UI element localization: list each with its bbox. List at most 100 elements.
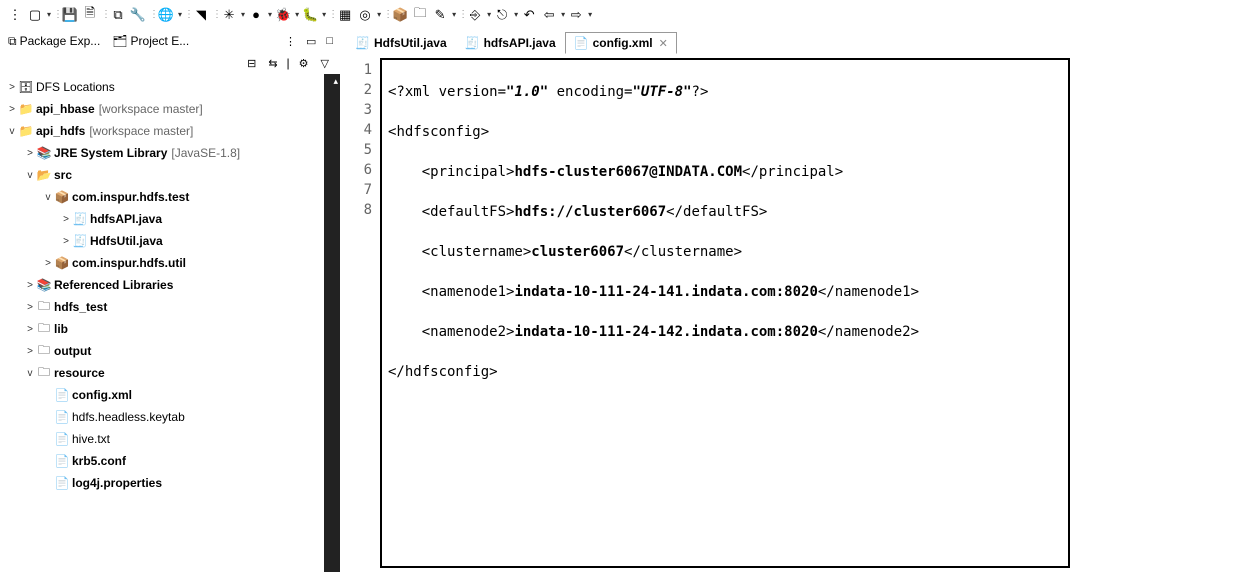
tree-node[interactable]: 📄log4j.properties (0, 472, 340, 494)
bug-alt-icon[interactable]: 🐛 (301, 6, 319, 24)
node-label: resource (52, 366, 105, 380)
tab-package-explorer[interactable]: ⧉ Package Exp... (4, 32, 104, 51)
bug-alt-icon-dropdown[interactable]: ▾ (322, 10, 326, 19)
expand-toggle[interactable]: > (24, 280, 36, 291)
maximize-view-icon[interactable]: □ (323, 35, 336, 47)
save-icon[interactable]: 💾 (61, 6, 79, 24)
globe-icon[interactable]: 🌐 (157, 6, 175, 24)
debug-icon[interactable]: 🐞 (274, 6, 292, 24)
tree-node[interactable]: v📁api_hdfs[workspace master] (0, 120, 340, 142)
tree-node[interactable]: >🗄DFS Locations (0, 76, 340, 98)
tree-node[interactable]: v📂src (0, 164, 340, 186)
back-icon[interactable]: ⇦ (540, 6, 558, 24)
tree-node[interactable]: v📦com.inspur.hdfs.test (0, 186, 340, 208)
debug-icon-dropdown[interactable]: ▾ (295, 10, 299, 19)
package-icon[interactable]: 📦 (391, 6, 409, 24)
wand-icon-dropdown[interactable]: ▾ (452, 10, 456, 19)
filter-icon[interactable]: ⚙ (296, 57, 312, 70)
dotted-menu-icon[interactable]: ⋮ (282, 35, 299, 48)
play-icon-dropdown[interactable]: ▾ (268, 10, 272, 19)
gear-icon-dropdown[interactable]: ▾ (241, 10, 245, 19)
grid-icon[interactable]: ▦ (336, 6, 354, 24)
node-label: src (52, 168, 72, 182)
node-label: api_hdfs (34, 124, 85, 138)
expand-toggle[interactable]: > (42, 258, 54, 269)
tree-node[interactable]: 📄hive.txt (0, 428, 340, 450)
fwd-icon-dropdown[interactable]: ▾ (588, 10, 592, 19)
file-icon: 🧾 (355, 36, 370, 50)
tree-node[interactable]: >🗀output (0, 340, 340, 362)
editor-tab[interactable]: 🧾hdfsAPI.java (456, 32, 565, 54)
gear-icon[interactable]: ✳ (220, 6, 238, 24)
project-explorer-icon: 🗂 (112, 34, 127, 48)
play-icon[interactable]: ● (247, 6, 265, 24)
close-tab-icon[interactable]: ✕ (659, 37, 668, 50)
expand-toggle[interactable]: v (24, 170, 36, 181)
expand-toggle[interactable]: > (24, 324, 36, 335)
build-icon[interactable]: 🔧 (129, 6, 147, 24)
new-icon-dropdown[interactable]: ▾ (47, 10, 51, 19)
expand-toggle[interactable]: > (6, 82, 18, 93)
tree-node[interactable]: 📄krb5.conf (0, 450, 340, 472)
expand-toggle[interactable]: > (60, 236, 72, 247)
expand-toggle[interactable]: > (24, 346, 36, 357)
tree-node[interactable]: v🗀resource (0, 362, 340, 384)
expand-toggle[interactable]: v (6, 126, 18, 137)
view-menu-icon[interactable]: ▽ (318, 57, 332, 70)
tree-node[interactable]: >📁api_hbase[workspace master] (0, 98, 340, 120)
task-icon[interactable]: ⎆ (466, 6, 484, 24)
back-icon-dropdown[interactable]: ▾ (561, 10, 565, 19)
tree-node[interactable]: >🗀hdfs_test (0, 296, 340, 318)
line-gutter: 12345678 (340, 58, 380, 568)
tree-node[interactable]: >📦com.inspur.hdfs.util (0, 252, 340, 274)
undo-icon[interactable]: ↶ (520, 6, 538, 24)
expand-toggle[interactable]: > (60, 214, 72, 225)
tree-node[interactable]: >🧾hdfsAPI.java (0, 208, 340, 230)
node-label: krb5.conf (70, 454, 126, 468)
expand-toggle[interactable]: v (24, 368, 36, 379)
expand-toggle[interactable]: > (24, 302, 36, 313)
globe-icon-dropdown[interactable]: ▾ (178, 10, 182, 19)
node-suffix: [workspace master] (99, 102, 203, 116)
editor-tab[interactable]: 🧾HdfsUtil.java (346, 32, 456, 54)
line-number: 2 (340, 80, 372, 100)
tree-node[interactable]: >📚Referenced Libraries (0, 274, 340, 296)
tool-icon[interactable]: ◥ (192, 6, 210, 24)
stop-icon[interactable]: ◎ (356, 6, 374, 24)
scroll-up-icon[interactable]: ▴ (333, 76, 338, 87)
task-icon-dropdown[interactable]: ▾ (487, 10, 491, 19)
tree-node[interactable]: >📚JRE System Library[JavaSE-1.8] (0, 142, 340, 164)
editor-tab[interactable]: 📄config.xml✕ (565, 32, 677, 54)
node-icon: 📚 (36, 278, 52, 292)
grip[interactable]: ⋮ (6, 6, 24, 24)
tree-node[interactable]: 📄hdfs.headless.keytab (0, 406, 340, 428)
task-alt-icon-dropdown[interactable]: ▾ (514, 10, 518, 19)
minimize-view-icon[interactable]: ▭ (303, 35, 319, 48)
tree-node[interactable]: >🗀lib (0, 318, 340, 340)
collapse-all-icon[interactable]: ⊟ (244, 57, 259, 70)
project-tree[interactable]: >🗄DFS Locations>📁api_hbase[workspace mas… (0, 74, 340, 572)
stop-icon-dropdown[interactable]: ▾ (377, 10, 381, 19)
node-label: hdfs.headless.keytab (70, 410, 185, 424)
fwd-icon[interactable]: ⇨ (567, 6, 585, 24)
link-editor-icon[interactable]: ⇆ (265, 57, 280, 70)
new-icon[interactable]: ▢ (26, 6, 44, 24)
tree-node[interactable]: 📄config.xml (0, 384, 340, 406)
node-label: Referenced Libraries (52, 278, 173, 292)
expand-toggle[interactable]: > (6, 104, 18, 115)
toggle-icon[interactable]: ⧉ (109, 6, 127, 24)
wand-icon[interactable]: ✎ (431, 6, 449, 24)
tab-project-explorer[interactable]: 🗂 Project E... (108, 32, 193, 50)
expand-toggle[interactable]: v (42, 192, 54, 203)
principal-value: hdfs-cluster6067@INDATA.COM (514, 164, 742, 180)
vertical-scrollbar[interactable]: ▴ (324, 74, 340, 572)
expand-toggle[interactable]: > (24, 148, 36, 159)
node-icon: 📁 (18, 124, 34, 138)
toolbar-separator: ⋮ (184, 9, 190, 20)
node-label: lib (52, 322, 68, 336)
save-all-icon[interactable]: 🗎 (81, 6, 99, 24)
tree-node[interactable]: >🧾HdfsUtil.java (0, 230, 340, 252)
type-icon[interactable]: 🗀 (411, 6, 429, 24)
task-alt-icon[interactable]: ⎋ (493, 6, 511, 24)
code-editor[interactable]: <?xml version="1.0" encoding="UTF-8"?> <… (380, 58, 1070, 568)
